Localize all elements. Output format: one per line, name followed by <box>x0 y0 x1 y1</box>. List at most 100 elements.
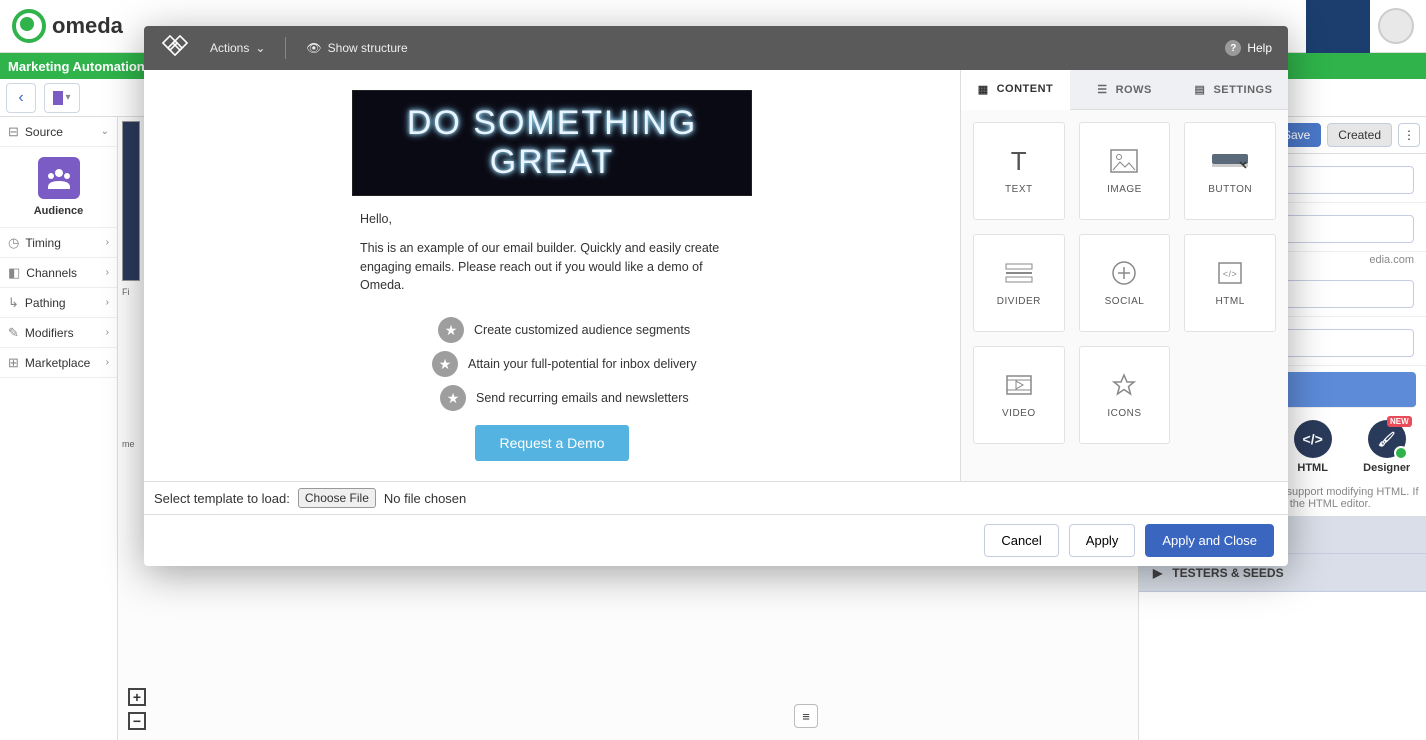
source-icon: ⊟ <box>8 124 19 140</box>
code-icon: </> <box>1294 420 1332 458</box>
eye-icon: 👁 <box>306 41 321 55</box>
sidebar-item-label: Timing <box>25 236 61 250</box>
tile-icons[interactable]: ICONS <box>1079 346 1171 444</box>
chevron-left-icon: ‹ <box>18 89 23 107</box>
actions-label: Actions <box>210 41 249 55</box>
tab-settings[interactable]: ▤ SETTINGS <box>1179 70 1288 109</box>
view-icon <box>53 91 63 105</box>
layers-icon: ≡ <box>802 709 810 724</box>
tile-text[interactable]: T TEXT <box>973 122 1065 220</box>
feature-text: Attain your full-potential for inbox del… <box>468 357 697 371</box>
clock-icon: ◷ <box>8 235 19 251</box>
tab-label: SETTINGS <box>1213 84 1272 96</box>
icon-label: Designer <box>1363 462 1410 474</box>
intro-paragraph: This is an example of our email builder.… <box>360 239 744 295</box>
sidebar-item-label: Pathing <box>25 296 66 310</box>
layers-button[interactable]: ≡ <box>794 704 818 728</box>
chevron-right-icon: › <box>106 297 109 308</box>
apply-close-button[interactable]: Apply and Close <box>1145 524 1274 557</box>
modal-footer: Cancel Apply Apply and Close <box>144 514 1288 566</box>
tab-rows[interactable]: ☰ROWS <box>1070 70 1179 109</box>
more-button[interactable]: ⋮ <box>1398 123 1420 147</box>
zoom-in-button[interactable]: + <box>128 688 146 706</box>
tile-label: DIVIDER <box>997 296 1041 307</box>
accordion-label: TESTERS & SEEDS <box>1172 566 1283 580</box>
template-label: Select template to load: <box>154 491 290 506</box>
zoom-controls: + − <box>128 688 146 730</box>
sub-header-title: Marketing Automation <box>8 59 145 74</box>
sidebar-source[interactable]: ⊟Source ⌄ <box>0 117 117 147</box>
sidebar-item-label: Marketplace <box>25 356 90 370</box>
star-outline-icon <box>1109 372 1139 398</box>
chevron-right-icon: ▶ <box>1153 566 1162 580</box>
modifiers-icon: ✎ <box>8 325 19 341</box>
choose-file-button[interactable]: Choose File <box>298 488 376 508</box>
greeting-text: Hello, <box>360 210 744 229</box>
audience-label: Audience <box>0 205 117 217</box>
sidebar-audience[interactable]: Audience <box>0 147 117 228</box>
sidebar-item-label: Modifiers <box>25 326 74 340</box>
content-tiles: T TEXT IMAGE BUTTON DIVIDER SOCIAL <box>961 110 1288 456</box>
sidebar-channels[interactable]: ◧Channels› <box>0 258 117 288</box>
hero-image[interactable]: DO SOMETHING GREAT <box>352 90 752 196</box>
brush-icon: 🖌NEW <box>1368 420 1406 458</box>
tile-image[interactable]: IMAGE <box>1079 122 1171 220</box>
template-loader: Select template to load: Choose File No … <box>144 481 1288 514</box>
sidebar-timing[interactable]: ◷Timing› <box>0 228 117 258</box>
panel-tabs: ▦ CONTENT ☰ROWS ▤ SETTINGS <box>961 70 1288 110</box>
feature-item: ★Attain your full-potential for inbox de… <box>352 351 752 377</box>
show-structure-label: Show structure <box>328 41 408 55</box>
cancel-button[interactable]: Cancel <box>984 524 1058 557</box>
image-icon <box>1109 148 1139 174</box>
help-label: Help <box>1247 41 1272 55</box>
email-preview[interactable]: DO SOMETHING GREAT Hello, This is an exa… <box>144 70 960 481</box>
tile-html[interactable]: </> HTML <box>1184 234 1276 332</box>
tile-social[interactable]: SOCIAL <box>1079 234 1171 332</box>
back-button[interactable]: ‹ <box>6 83 36 113</box>
sidebar-item-label: Channels <box>26 266 77 280</box>
canvas-label: me <box>122 439 140 449</box>
video-icon <box>1004 372 1034 398</box>
chevron-right-icon: › <box>106 327 109 338</box>
sidebar-modifiers[interactable]: ✎ Modifiers › <box>0 318 117 348</box>
tile-button[interactable]: BUTTON <box>1184 122 1276 220</box>
new-badge: NEW <box>1387 416 1412 427</box>
view-toggle[interactable]: ▾ <box>44 83 80 113</box>
help-icon: ? <box>1225 40 1241 56</box>
sidebar-pathing[interactable]: ↳Pathing› <box>0 288 117 318</box>
audience-icon <box>38 157 80 199</box>
apply-button[interactable]: Apply <box>1069 524 1136 557</box>
svg-text:</>: </> <box>1223 269 1238 279</box>
tile-label: IMAGE <box>1107 184 1142 195</box>
tile-label: SOCIAL <box>1105 296 1145 307</box>
request-demo-button[interactable]: Request a Demo <box>475 425 628 461</box>
email-designer-modal: Actions ⌄ 👁 Show structure ? Help DO SOM… <box>144 26 1288 566</box>
zoom-out-button[interactable]: − <box>128 712 146 730</box>
feature-text: Create customized audience segments <box>474 323 690 337</box>
user-avatar[interactable] <box>1378 8 1414 44</box>
tab-content[interactable]: ▦ CONTENT <box>961 70 1070 110</box>
tile-label: BUTTON <box>1208 184 1252 195</box>
tile-video[interactable]: VIDEO <box>973 346 1065 444</box>
grid-icon: ▦ <box>978 83 989 96</box>
feature-text: Send recurring emails and newsletters <box>476 391 689 405</box>
chevron-down-icon: ▾ <box>65 92 70 103</box>
show-structure-toggle[interactable]: 👁 Show structure <box>306 41 407 55</box>
button-icon <box>1210 148 1250 174</box>
help-link[interactable]: ? Help <box>1225 40 1272 56</box>
channels-icon: ◧ <box>8 265 20 281</box>
actions-menu[interactable]: Actions ⌄ <box>210 41 265 55</box>
content-designer[interactable]: 🖌NEW Designer <box>1363 420 1410 474</box>
sidebar-marketplace[interactable]: ⊞Marketplace› <box>0 348 117 378</box>
content-html[interactable]: </>HTML <box>1294 420 1332 474</box>
tile-label: HTML <box>1216 296 1245 307</box>
rows-icon: ☰ <box>1097 83 1107 96</box>
tile-label: TEXT <box>1005 184 1033 195</box>
primary-nav-button[interactable] <box>1306 0 1370 53</box>
sidebar-source-label: Source <box>25 125 63 139</box>
tile-divider[interactable]: DIVIDER <box>973 234 1065 332</box>
settings-icon: ▤ <box>1195 83 1206 96</box>
text-icon: T <box>1004 148 1034 174</box>
canvas-node[interactable] <box>122 121 140 281</box>
tab-label: CONTENT <box>997 83 1054 95</box>
